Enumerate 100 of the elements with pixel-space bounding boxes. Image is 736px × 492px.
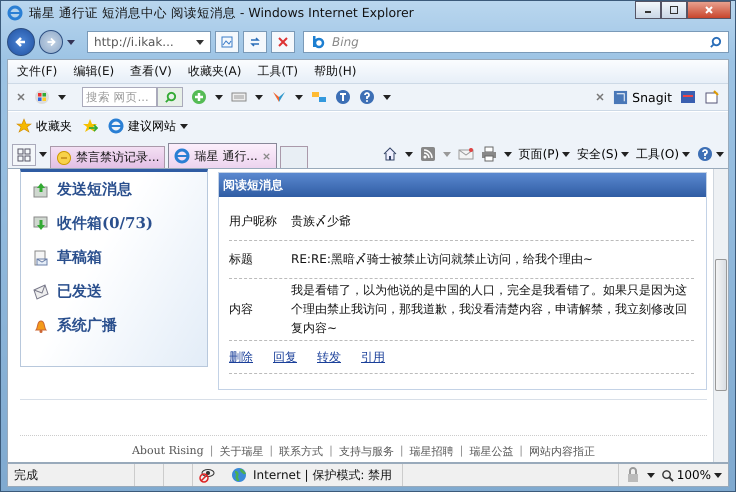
action-link[interactable]: 回复 [273, 348, 297, 366]
sidebar-link[interactable]: 系统广播 [57, 316, 117, 335]
caret-icon [682, 152, 690, 156]
forward-button[interactable] [39, 30, 63, 54]
menu-item[interactable]: 工具(T) [252, 62, 304, 81]
caret-icon[interactable] [295, 94, 303, 100]
download-arrow-icon [33, 216, 49, 232]
rss-feed-icon[interactable] [420, 146, 436, 162]
bell-icon [33, 318, 49, 334]
home-icon[interactable] [382, 146, 398, 162]
separator: | [210, 444, 214, 459]
menu-item[interactable]: 收藏夹(A) [182, 62, 246, 81]
squares-icon[interactable] [311, 89, 327, 105]
stop-button[interactable] [271, 31, 295, 53]
caret-icon[interactable] [383, 94, 391, 100]
star-icon [16, 118, 32, 134]
favorites-button[interactable]: 收藏夹 [14, 118, 74, 134]
sidebar-link[interactable]: 已发送 [57, 282, 102, 301]
compatibility-button[interactable] [215, 31, 239, 53]
footer-link[interactable]: 瑞星公益 [469, 444, 514, 459]
command-menu[interactable]: 页面(P) [518, 146, 570, 162]
back-button[interactable] [7, 28, 35, 56]
close-icon[interactable] [262, 152, 271, 160]
refresh-icon [248, 35, 262, 49]
menu-item[interactable]: 查看(V) [125, 62, 177, 81]
quick-tabs-button[interactable] [12, 144, 36, 166]
menu-item[interactable]: 帮助(H) [309, 62, 362, 81]
search-icon[interactable] [709, 36, 722, 48]
separator: | [460, 444, 464, 459]
action-link[interactable]: 引用 [361, 348, 385, 366]
address-field[interactable]: http://i.ikak... [87, 31, 211, 53]
windows-logo-icon[interactable] [34, 89, 50, 105]
browser-tab[interactable]: 禁言禁访记录... [50, 146, 166, 168]
suggested-sites-button[interactable]: 建议网站 [106, 118, 190, 134]
footer-link[interactable]: 关于瑞星 [219, 444, 264, 459]
close-button[interactable] [687, 1, 731, 19]
caret-icon[interactable] [39, 152, 47, 156]
caret-icon[interactable] [646, 472, 655, 478]
privacy-icon [199, 467, 215, 483]
maximize-icon [669, 5, 679, 15]
scrollbar[interactable] [713, 169, 728, 462]
caret-icon[interactable] [58, 94, 66, 100]
caret-icon [562, 152, 570, 156]
caret-icon[interactable] [255, 94, 263, 100]
minimize-button[interactable] [635, 1, 661, 19]
translate-icon[interactable] [335, 89, 351, 105]
maximize-button[interactable] [661, 1, 687, 19]
search-engine-logo [310, 34, 326, 50]
envelope-icon [33, 284, 49, 300]
footer-link[interactable]: 网站内容指正 [529, 444, 595, 459]
refresh-button[interactable] [243, 31, 267, 53]
field-value: 我是看错了，以为他说的是中国的人口，完全是我看错了。如果只是因为这个理由禁止我访问，那我道歉，我没看清楚内容，申请解禁，我立刻修改回复内容~ [291, 282, 688, 337]
page-icon [220, 35, 234, 49]
caret-icon[interactable] [404, 152, 413, 156]
smiley-icon [56, 150, 72, 166]
caret-icon [621, 152, 630, 156]
close-icon[interactable] [16, 92, 26, 102]
menu-item[interactable]: 文件(F) [12, 62, 62, 81]
footer-link[interactable]: 支持与服务 [338, 444, 394, 459]
capture-window-icon[interactable] [680, 89, 696, 105]
separator: | [400, 444, 404, 459]
edit-window-icon[interactable] [704, 89, 720, 105]
upload-arrow-icon [33, 182, 49, 198]
help-button[interactable] [697, 146, 724, 162]
help-icon [697, 146, 713, 162]
footer-link[interactable]: 联系方式 [279, 444, 324, 459]
browser-tab[interactable]: 瑞星 通行... [168, 143, 277, 168]
search-button[interactable] [157, 87, 183, 107]
zoom-button[interactable]: 100% [660, 468, 722, 482]
caret-icon[interactable] [504, 152, 512, 156]
caret-icon[interactable] [67, 40, 75, 44]
browser-logo-icon [174, 148, 190, 164]
separator: | [519, 444, 523, 459]
footer-link[interactable]: 瑞星招聘 [410, 444, 454, 459]
help-icon[interactable] [359, 89, 375, 105]
globe-icon [231, 467, 247, 483]
sidebar-link[interactable]: 收件箱(0/73) [57, 214, 153, 233]
add-favorite-icon[interactable] [82, 118, 98, 134]
grid-icon [17, 148, 31, 162]
action-link[interactable]: 删除 [229, 348, 253, 366]
command-menu[interactable]: 安全(S) [577, 146, 630, 162]
caret-icon [714, 472, 722, 478]
print-icon[interactable] [480, 146, 497, 162]
capture-icon [613, 90, 628, 104]
scroll-thumb[interactable] [715, 259, 727, 391]
caret-icon[interactable] [215, 94, 223, 100]
search-icon [164, 90, 176, 104]
action-link[interactable]: 转发 [317, 348, 341, 366]
snagit-button[interactable]: Snagit [613, 90, 672, 104]
footer-link[interactable]: About Rising [132, 444, 204, 459]
sidebar-link[interactable]: 草稿箱 [57, 248, 102, 267]
sidebar-link[interactable]: 发送短消息 [57, 180, 132, 199]
security-zone: Internet | 保护模式: 禁用 [253, 466, 392, 484]
mail-icon[interactable] [458, 146, 474, 162]
command-menu[interactable]: 工具(O) [636, 146, 690, 162]
caret-icon[interactable] [196, 40, 204, 44]
browser-logo-icon [7, 5, 23, 21]
menu-item[interactable]: 编辑(E) [68, 62, 120, 81]
close-icon[interactable] [595, 92, 606, 102]
panel-title: 阅读短消息 [223, 176, 283, 194]
